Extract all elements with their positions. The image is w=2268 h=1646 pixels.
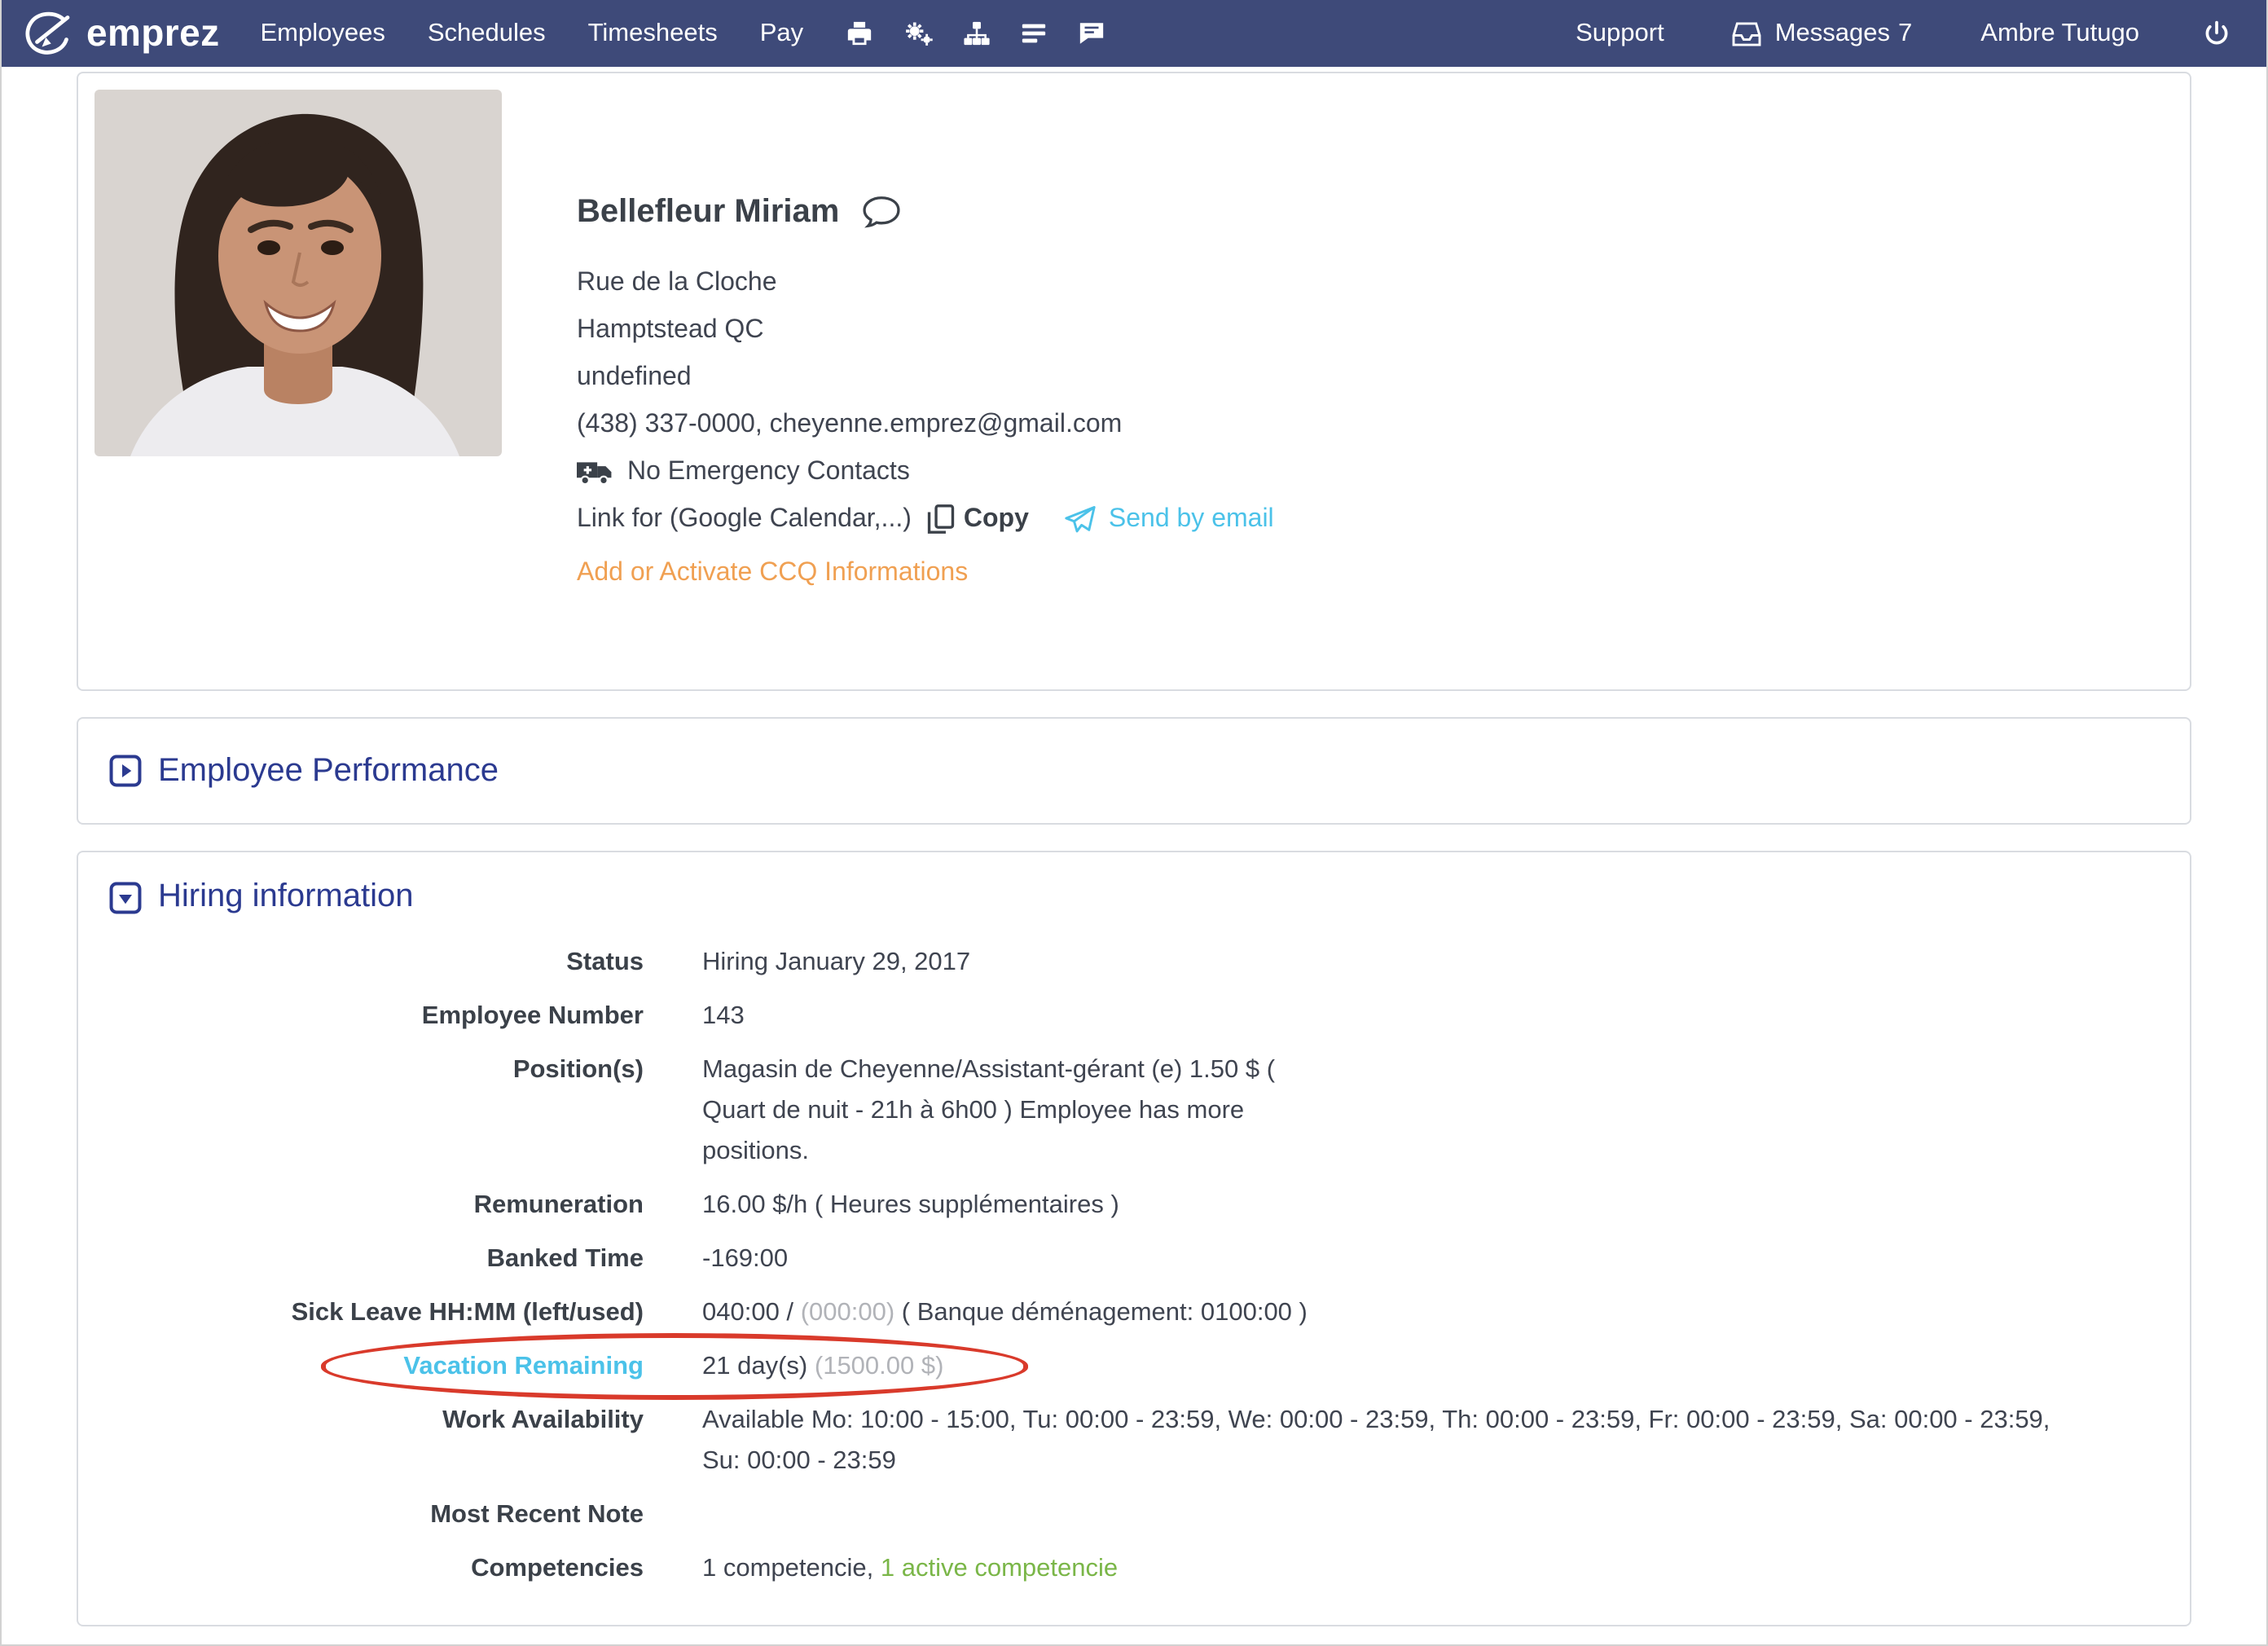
copy-button[interactable]: Copy: [928, 495, 1029, 543]
row-status: Status Hiring January 29, 2017: [566, 948, 971, 976]
hiring-information-card: Hiring information Status Hiring January…: [77, 851, 2191, 1626]
messages-label: Messages: [1774, 19, 1891, 46]
address-line-3: undefined: [577, 363, 692, 391]
caret-square-right-icon: [109, 755, 142, 787]
gears-icon[interactable]: [888, 20, 948, 47]
brand-logo[interactable]: emprez: [21, 10, 219, 57]
nav-item-user-menu[interactable]: Ambre Tutugo: [1946, 19, 2174, 48]
paper-plane-icon: [1065, 504, 1097, 534]
power-icon[interactable]: [2174, 20, 2240, 47]
row-most-recent-note: Most Recent Note: [430, 1501, 644, 1529]
hiring-information-toggle[interactable]: Hiring information: [109, 878, 2157, 916]
phone-email-line: (438) 337-0000, cheyenne.emprez@gmail.co…: [577, 411, 1123, 438]
employee-performance-toggle[interactable]: Employee Performance: [109, 752, 499, 790]
ccq-activate-link[interactable]: Add or Activate CCQ Informations: [577, 549, 968, 596]
main-content: Bellefleur Miriam Rue de la Cloche Hampt…: [2, 67, 2266, 1626]
caret-square-down-icon: [109, 881, 142, 913]
nav-item-messages[interactable]: Messages 7: [1699, 19, 1947, 48]
comment-bubble-icon[interactable]: [862, 196, 901, 228]
nav-right-group: Support Messages 7 Ambre Tutugo: [1541, 19, 2240, 48]
chat-icon[interactable]: [1062, 20, 1121, 47]
nav-item-pay[interactable]: Pay: [739, 19, 824, 48]
nav-item-support[interactable]: Support: [1541, 19, 1699, 48]
list-icon[interactable]: [1005, 20, 1062, 47]
row-competencies: Competencies 1 competencie, 1 active com…: [109, 1542, 2157, 1595]
row-positions: Position(s) Magasin de Cheyenne/Assistan…: [512, 1056, 1276, 1165]
nav-item-timesheets[interactable]: Timesheets: [567, 19, 739, 48]
sitemap-icon[interactable]: [948, 20, 1005, 47]
nav-item-schedules[interactable]: Schedules: [407, 19, 567, 48]
employee-info-block: Bellefleur Miriam Rue de la Cloche Hampt…: [577, 90, 1274, 596]
row-remuneration: Remuneration 16.00 $/h ( Heures suppléme…: [473, 1191, 1119, 1219]
row-vacation-remaining: Vacation Remaining 21 day(s) (1500.00 $): [109, 1333, 2157, 1400]
page: emprez Employees Schedules Timesheets Pa…: [0, 0, 2268, 1646]
employee-profile-card: Bellefleur Miriam Rue de la Cloche Hampt…: [77, 72, 2191, 691]
nav-icon-group: [831, 20, 1121, 47]
emergency-contacts-line: No Emergency Contacts: [577, 448, 1274, 495]
row-sick-leave: Sick Leave HH:MM (left/used) 040:00 / (0…: [109, 1286, 2157, 1340]
copy-icon: [928, 504, 956, 535]
hiring-information-title: Hiring information: [158, 878, 414, 914]
employee-performance-card: Employee Performance: [77, 717, 2191, 825]
employee-photo: [94, 90, 502, 456]
messages-count: 7: [1898, 19, 1913, 46]
address-line-1: Rue de la Cloche: [577, 269, 777, 297]
row-banked-time: Banked Time -169:00: [486, 1245, 789, 1273]
vacation-remaining-link[interactable]: Vacation Remaining: [109, 1346, 644, 1387]
competencies-value: 1 competencie, 1 active competencie: [702, 1555, 1119, 1582]
top-navbar: emprez Employees Schedules Timesheets Pa…: [2, 0, 2266, 67]
ambulance-icon: [577, 459, 613, 485]
vacation-remaining-value: 21 day(s) (1500.00 $): [702, 1353, 944, 1380]
inbox-icon: [1733, 20, 1762, 46]
employee-performance-title: Employee Performance: [158, 752, 499, 788]
address-line-2: Hamptstead QC: [577, 316, 764, 344]
sick-leave-value: 040:00 / (000:00) ( Banque déménagement:…: [702, 1299, 1308, 1327]
main-nav: Employees Schedules Timesheets Pay: [239, 19, 824, 48]
row-employee-number: Employee Number 143: [421, 1002, 745, 1030]
row-work-availability: Work Availability Available Mo: 10:00 - …: [442, 1406, 2050, 1475]
brand-name: emprez: [86, 11, 220, 54]
employee-name: Bellefleur Miriam: [577, 194, 840, 230]
send-by-email-link[interactable]: Send by email: [1065, 495, 1274, 543]
calendar-link-label: Link for (Google Calendar,...): [577, 505, 912, 533]
emprez-logo-icon: [21, 10, 75, 57]
nav-item-employees[interactable]: Employees: [239, 19, 406, 48]
active-competencie-link[interactable]: 1 active competencie: [881, 1555, 1118, 1582]
printer-icon[interactable]: [831, 20, 888, 47]
calendar-link-line: Link for (Google Calendar,...) Copy Send…: [577, 495, 1274, 543]
